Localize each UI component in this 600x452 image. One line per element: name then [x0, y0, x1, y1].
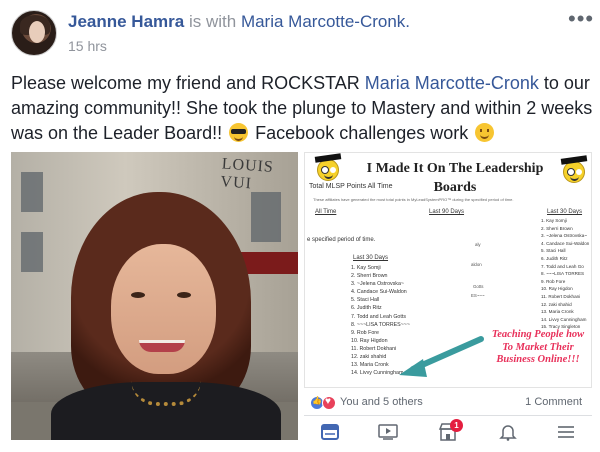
- window: [21, 172, 43, 212]
- comment-count[interactable]: 1 Comment: [525, 396, 582, 408]
- right-leader-list: 1. Kay Somji 2. Sherri Brown 3. ~Jelena …: [541, 217, 589, 331]
- eye: [131, 292, 145, 298]
- list-item: 8. ~~~LISA TORRES~~~: [351, 321, 410, 328]
- board-title: I Made It On The Leadership Boards: [355, 159, 555, 197]
- post-photo-leaderboard[interactable]: I Made It On The Leadership Boards Total…: [304, 152, 592, 388]
- reaction-summary[interactable]: You and 5 others: [340, 396, 423, 408]
- list-item: 14. Livvy Cunningham: [541, 316, 587, 322]
- face: [111, 244, 216, 374]
- mid-fragment: Gotts: [473, 284, 484, 289]
- col-90-days: Last 90 Days: [429, 209, 465, 215]
- mention-link[interactable]: Maria Marcotte-Cronk: [365, 73, 539, 93]
- list-item: 2. Sherri Brown: [351, 273, 388, 280]
- list-item: 12. zaki shahid: [541, 301, 572, 307]
- list-item: 11. Robert Dokhani: [541, 293, 581, 299]
- news-feed-icon[interactable]: [310, 417, 350, 447]
- board-title-line1: I Made It On The Leadership: [366, 161, 544, 176]
- mid-fragment: aly: [475, 242, 481, 247]
- notifications-icon[interactable]: [488, 417, 528, 447]
- post-header: Jeanne Hamra is with Maria Marcotte-Cron…: [0, 0, 600, 62]
- post-photo-portrait[interactable]: LOUIS VUI: [11, 152, 298, 440]
- with-text: is with: [188, 12, 237, 31]
- list-item: 6. Judith Ritz: [541, 255, 568, 261]
- store-sign: LOUIS VUI: [219, 155, 275, 193]
- list-item: 10. Ray Higdon: [541, 286, 573, 292]
- graduate-smiley-icon: [563, 161, 585, 183]
- list-item: 4. Candace Sui-Waldon: [351, 289, 407, 296]
- period-text: e specified period of time.: [307, 237, 376, 243]
- eye: [177, 292, 191, 298]
- author-line: Jeanne Hamra is with Maria Marcotte-Cron…: [68, 12, 410, 32]
- sunglasses-emoji-icon: [229, 123, 249, 142]
- smile-emoji-icon: [475, 123, 495, 142]
- list-item: 7. Todd and Leah Go: [541, 263, 584, 269]
- board-description: These affiliates have generated the most…: [313, 197, 514, 202]
- col-all-time: All Time: [315, 209, 337, 215]
- list-item: 13. Maria Cronk: [541, 309, 574, 315]
- list-item: 5. Staci Hall: [541, 248, 566, 254]
- list-item: 8. ~~~LISA TORRES: [541, 271, 585, 277]
- bottom-tab-bar: 1: [304, 417, 592, 447]
- list-item: 1. Kay Somji: [541, 218, 567, 223]
- mid-fragment: aldon: [471, 262, 482, 267]
- list-item: 9. Rob Fore: [541, 278, 566, 284]
- author-avatar[interactable]: [11, 10, 57, 56]
- watch-icon[interactable]: [368, 417, 408, 447]
- list-item: 1. Kay Somji: [351, 265, 381, 271]
- marketplace-icon[interactable]: 1: [428, 417, 468, 447]
- list-item: 4. Candace Sui-Waldon: [541, 240, 590, 246]
- window: [251, 192, 281, 242]
- list-item: 5. Staci Hall: [351, 297, 380, 304]
- reactions-bar: You and 5 others 1 Comment: [304, 388, 592, 416]
- list-item: 2. Sherri Brown: [541, 225, 573, 231]
- post-text-1: Please welcome my friend and ROCKSTAR: [11, 73, 365, 93]
- window: [21, 232, 43, 272]
- list-header: Last 30 Days: [353, 255, 389, 261]
- graduate-smiley-icon: [317, 159, 339, 181]
- post-body: Please welcome my friend and ROCKSTAR Ma…: [11, 71, 596, 146]
- list-item: 3. ~Jelena Ostrovska~: [351, 281, 404, 288]
- callout-text: Teaching People how To Market Their Busi…: [491, 329, 585, 365]
- col-30-days: Last 30 Days: [547, 209, 583, 215]
- menu-icon[interactable]: [546, 417, 586, 447]
- list-item: 3. ~Jelena Ostrovska~: [541, 233, 587, 239]
- author-name[interactable]: Jeanne Hamra: [68, 12, 184, 31]
- board-subtitle: Total MLSP Points All Time: [309, 183, 393, 190]
- more-horizontal-icon[interactable]: •••: [568, 6, 594, 32]
- love-reaction-icon[interactable]: [322, 396, 336, 410]
- tagged-user[interactable]: Maria Marcotte-Cronk.: [241, 12, 410, 31]
- list-item: 7. Todd and Leah Gotts: [351, 313, 406, 320]
- post-timestamp[interactable]: 15 hrs: [68, 38, 107, 54]
- post-text-3: Facebook challenges work: [250, 123, 474, 143]
- marketplace-badge: 1: [450, 419, 463, 432]
- mid-fragment: ES~~~: [471, 293, 485, 298]
- teal-arrow-icon: [399, 336, 484, 377]
- list-item: 6. Judith Ritz: [351, 305, 382, 312]
- smile: [139, 340, 185, 352]
